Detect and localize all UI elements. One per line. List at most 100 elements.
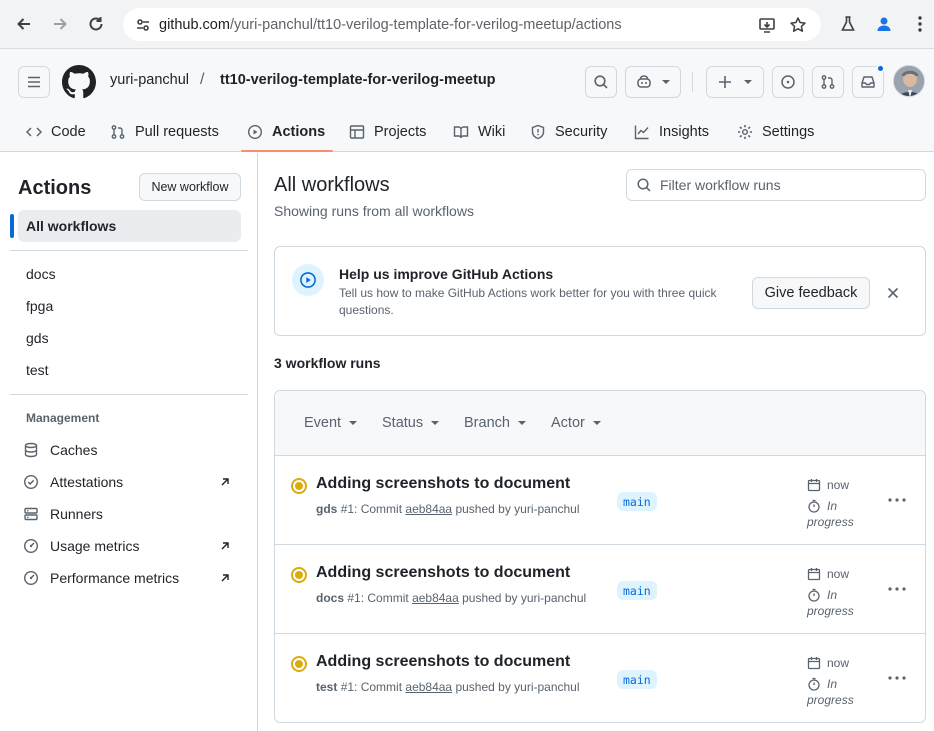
chevron-down-icon [517, 421, 526, 425]
branch-filter-dropdown[interactable]: Branch [464, 415, 526, 431]
page-title: All workflows [274, 174, 390, 196]
filter-placeholder: Filter workflow runs [660, 177, 781, 193]
create-new-button[interactable] [706, 66, 764, 98]
filter-workflow-runs-input[interactable]: Filter workflow runs [626, 169, 926, 201]
profile-icon[interactable] [872, 12, 896, 36]
tab-security[interactable]: Security [530, 111, 607, 152]
branch-badge[interactable]: main [617, 670, 657, 689]
in-progress-status-icon [291, 478, 307, 494]
address-bar[interactable]: github.com/yuri-panchul/tt10-verilog-tem… [123, 8, 821, 41]
stopwatch-icon [808, 677, 820, 691]
run-workflow-name: gds [316, 502, 338, 516]
run-timing: now In progress [807, 565, 854, 619]
new-workflow-button[interactable]: New workflow [139, 173, 241, 201]
run-title[interactable]: Adding screenshots to document [316, 564, 570, 582]
run-title[interactable]: Adding screenshots to document [316, 653, 570, 671]
banner-text: Tell us how to make GitHub Actions work … [339, 286, 717, 317]
github-logo-icon[interactable] [62, 65, 96, 99]
workflow-run-row[interactable]: Adding screenshots to document gds #1: C… [275, 456, 925, 545]
notification-dot [876, 64, 885, 73]
breadcrumb-repo[interactable]: tt10-verilog-template-for-verilog-meetup [220, 72, 496, 88]
search-button[interactable] [585, 66, 617, 98]
kebab-horizontal-icon[interactable] [885, 488, 909, 512]
hamburger-icon [28, 76, 40, 88]
branch-badge[interactable]: main [617, 581, 657, 600]
run-number: #1 [340, 680, 355, 694]
calendar-icon [807, 657, 821, 670]
run-pushed-by: pushed by yuri-panchul [458, 591, 587, 605]
run-workflow-name: docs [316, 591, 345, 605]
sidebar-item-caches[interactable]: Caches [22, 440, 236, 460]
close-icon[interactable] [884, 284, 902, 302]
forward-icon[interactable] [48, 12, 72, 36]
tab-label: Security [555, 123, 608, 140]
calendar-icon [807, 568, 821, 581]
sidebar-item-attestations[interactable]: Attestations [22, 472, 236, 492]
commit-sha-link[interactable]: aeb84aa [405, 680, 452, 694]
filter-label: Event [304, 415, 342, 431]
tab-pull-requests[interactable]: Pull requests [110, 111, 219, 152]
commit-sha-link[interactable]: aeb84aa [405, 502, 452, 516]
verified-icon [22, 473, 40, 491]
event-filter-dropdown[interactable]: Event [304, 415, 358, 431]
sidebar-item-test[interactable]: test [26, 362, 49, 378]
run-state-cont: progress [807, 604, 854, 618]
chevron-down-icon [662, 80, 670, 84]
graph-icon [634, 124, 650, 140]
hamburger-menu-button[interactable] [18, 66, 50, 98]
sidebar-item-label: Caches [50, 442, 98, 458]
run-timing: now In progress [807, 654, 854, 708]
issues-button[interactable] [772, 66, 804, 98]
user-avatar[interactable] [893, 65, 925, 97]
shield-icon [530, 124, 546, 140]
run-time: now [827, 656, 850, 670]
tab-actions[interactable]: Actions [247, 111, 325, 152]
site-info-icon[interactable] [132, 14, 154, 36]
run-time: now [827, 478, 850, 492]
labs-flask-icon[interactable] [836, 12, 860, 36]
github-header: yuri-panchul / tt10-verilog-template-for… [0, 49, 934, 152]
sidebar-item-fpga[interactable]: fpga [26, 298, 53, 314]
kebab-horizontal-icon[interactable] [885, 577, 909, 601]
sidebar-item-all-workflows[interactable]: All workflows [18, 210, 241, 242]
sidebar-divider [10, 394, 248, 395]
sidebar-item-gds[interactable]: gds [26, 330, 49, 346]
workflow-run-count: 3 workflow runs [274, 355, 381, 371]
table-icon [349, 124, 365, 140]
run-title[interactable]: Adding screenshots to document [316, 475, 570, 493]
workflow-run-row[interactable]: Adding screenshots to document docs #1: … [275, 545, 925, 634]
tab-settings[interactable]: Settings [737, 111, 814, 152]
copilot-button[interactable] [625, 66, 681, 98]
tab-projects[interactable]: Projects [349, 111, 426, 152]
install-app-icon[interactable] [755, 13, 779, 37]
repo-navigation: Code Pull requests Actions Projects Wiki… [0, 111, 934, 152]
branch-badge[interactable]: main [617, 492, 657, 511]
active-tab-indicator [241, 150, 333, 152]
sidebar-item-performance-metrics[interactable]: Performance metrics [22, 568, 236, 588]
status-filter-dropdown[interactable]: Status [382, 415, 440, 431]
url-text: github.com/yuri-panchul/tt10-verilog-tem… [159, 16, 622, 33]
search-icon [594, 75, 608, 89]
run-pushed-by: pushed by yuri-panchul [452, 680, 580, 694]
kebab-horizontal-icon[interactable] [885, 666, 909, 690]
stopwatch-icon [808, 499, 820, 513]
actor-filter-dropdown[interactable]: Actor [551, 415, 601, 431]
run-state-cont: progress [807, 693, 854, 707]
sidebar-item-docs[interactable]: docs [26, 266, 56, 282]
play-icon [247, 124, 263, 140]
commit-sha-link[interactable]: aeb84aa [412, 591, 459, 605]
tab-insights[interactable]: Insights [634, 111, 709, 152]
tab-code[interactable]: Code [26, 111, 86, 152]
give-feedback-button[interactable]: Give feedback [752, 277, 870, 309]
in-progress-status-icon [291, 656, 307, 672]
bookmark-star-icon[interactable] [786, 13, 810, 37]
workflow-run-row[interactable]: Adding screenshots to document test #1: … [275, 634, 925, 722]
pull-requests-button[interactable] [812, 66, 844, 98]
breadcrumb-owner[interactable]: yuri-panchul [110, 72, 189, 88]
menu-kebab-icon[interactable] [908, 12, 932, 36]
tab-wiki[interactable]: Wiki [453, 111, 505, 152]
back-icon[interactable] [12, 12, 36, 36]
reload-icon[interactable] [84, 12, 108, 36]
sidebar-item-usage-metrics[interactable]: Usage metrics [22, 536, 236, 556]
sidebar-item-runners[interactable]: Runners [22, 504, 236, 524]
